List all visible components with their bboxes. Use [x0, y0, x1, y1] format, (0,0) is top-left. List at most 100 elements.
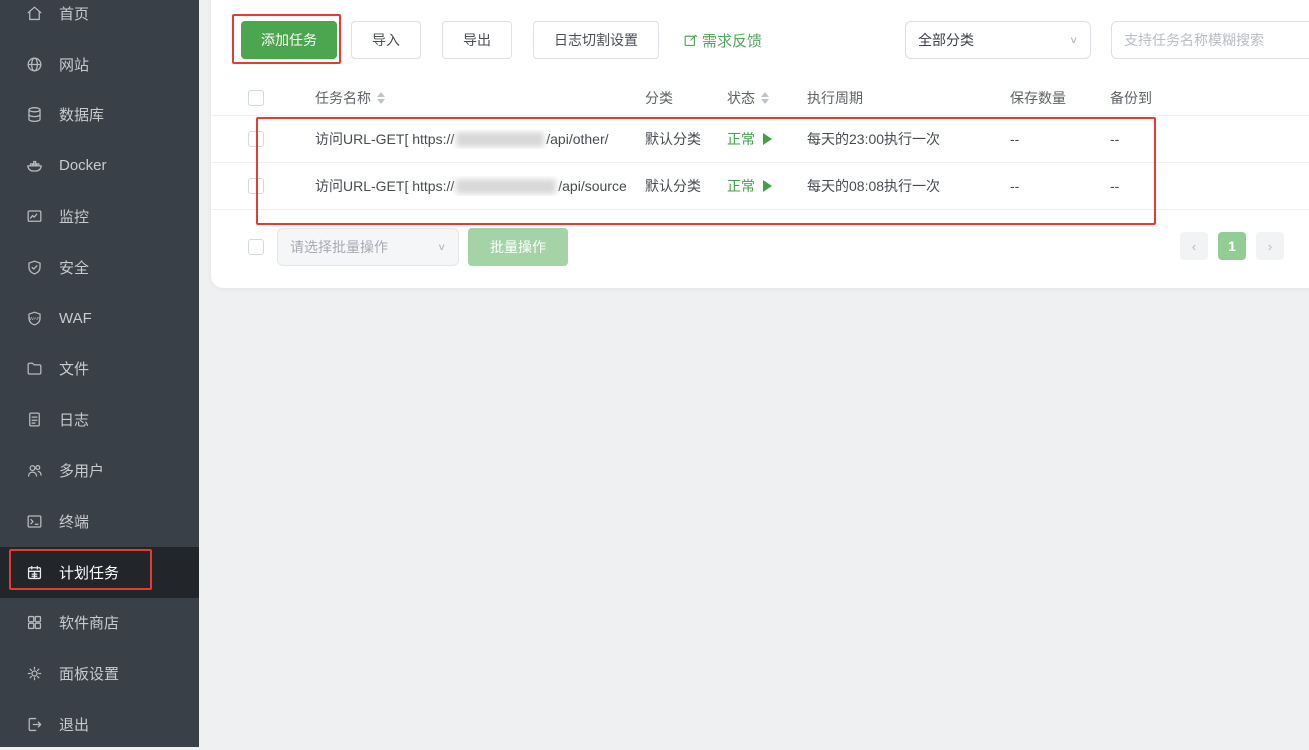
sidebar-item-home[interactable]: 首页	[0, 0, 199, 39]
sidebar-item-label: 面板设置	[59, 663, 119, 684]
sidebar-item-label: Docker	[59, 157, 107, 174]
prev-page-button[interactable]: ‹	[1180, 232, 1208, 260]
shield-check-icon	[25, 258, 44, 277]
category-filter-value: 全部分类	[918, 30, 974, 50]
toolbar-right: 全部分类 ∨	[905, 21, 1309, 59]
sort-task-name-icon[interactable]	[377, 92, 385, 104]
chevron-down-icon: ∨	[437, 241, 446, 252]
task-category: 默认分类	[645, 176, 727, 196]
sidebar-item-label: 网站	[59, 54, 89, 75]
sidebar-item-label: 软件商店	[59, 612, 119, 633]
page-number-current[interactable]: 1	[1218, 232, 1246, 260]
status-badge: 正常	[727, 176, 755, 196]
sidebar-item-label: 监控	[59, 206, 89, 227]
globe-icon	[25, 55, 44, 74]
sidebar-item-waf[interactable]: WAF WAF	[0, 293, 199, 344]
task-name-cell: 访问URL-GET[ https:// /api/source	[315, 176, 645, 196]
header-category: 分类	[645, 88, 727, 108]
row-checkbox[interactable]	[248, 131, 264, 147]
header-status: 状态	[727, 88, 755, 108]
task-keep-count: --	[1010, 131, 1110, 147]
app-grid-icon	[25, 613, 44, 632]
task-category: 默认分类	[645, 129, 727, 149]
redacted-url-segment	[456, 179, 556, 194]
sidebar-item-files[interactable]: 文件	[0, 344, 199, 395]
task-table: 任务名称 分类 状态 执行周期 保存数量 备份到 访问URL-GET[ http…	[211, 80, 1309, 210]
task-name-suffix: /api/source	[558, 178, 626, 194]
sidebar-item-security[interactable]: 安全	[0, 242, 199, 293]
logout-icon	[25, 715, 44, 734]
sidebar-item-label: 文件	[59, 358, 89, 379]
folder-icon	[25, 359, 44, 378]
header-period: 执行周期	[807, 88, 1010, 108]
sidebar-item-label: 数据库	[59, 104, 104, 125]
sidebar-item-label: 首页	[59, 3, 89, 24]
table-row[interactable]: 访问URL-GET[ https:// /api/other/ 默认分类 正常 …	[211, 116, 1309, 163]
select-all-checkbox[interactable]	[248, 90, 264, 106]
row-checkbox[interactable]	[248, 178, 264, 194]
monitor-icon	[25, 207, 44, 226]
status-badge: 正常	[727, 129, 755, 149]
users-icon	[25, 461, 44, 480]
sidebar-item-label: 计划任务	[59, 562, 119, 583]
task-name-suffix: /api/other/	[546, 131, 608, 147]
header-backup-to: 备份到	[1110, 88, 1309, 108]
feedback-label: 需求反馈	[702, 30, 762, 51]
home-icon	[25, 4, 44, 23]
import-button[interactable]: 导入	[351, 21, 421, 59]
table-row[interactable]: 访问URL-GET[ https:// /api/source 默认分类 正常 …	[211, 163, 1309, 210]
sidebar-item-label: 多用户	[59, 460, 104, 481]
task-search-input[interactable]	[1111, 21, 1309, 59]
sidebar-item-label: 退出	[59, 714, 89, 735]
redacted-url-segment	[456, 132, 544, 147]
task-period: 每天的23:00执行一次	[807, 129, 1010, 149]
svg-text:WAF: WAF	[29, 316, 39, 322]
sidebar-item-label: WAF	[59, 310, 92, 327]
sidebar-item-settings[interactable]: 面板设置	[0, 648, 199, 699]
sidebar-item-terminal[interactable]: 终端	[0, 496, 199, 547]
task-name-prefix: 访问URL-GET[ https://	[315, 176, 454, 196]
run-task-play-icon[interactable]	[763, 180, 772, 192]
docker-icon	[25, 156, 44, 175]
log-split-settings-button[interactable]: 日志切割设置	[533, 21, 659, 59]
sidebar-menu: 首页 网站 数据库 Docker 监控 安全 WAF WAF 文件	[0, 0, 199, 750]
export-button[interactable]: 导出	[442, 21, 512, 59]
calendar-icon	[25, 563, 44, 582]
sidebar-item-multiuser[interactable]: 多用户	[0, 445, 199, 496]
table-header-row: 任务名称 分类 状态 执行周期 保存数量 备份到	[211, 80, 1309, 116]
task-name-prefix: 访问URL-GET[ https://	[315, 129, 454, 149]
sidebar-item-label: 安全	[59, 257, 89, 278]
pagination: ‹ 1 ›	[1180, 232, 1284, 260]
waf-shield-icon: WAF	[25, 309, 44, 328]
terminal-icon	[25, 512, 44, 531]
sidebar-item-monitor[interactable]: 监控	[0, 191, 199, 242]
next-page-button[interactable]: ›	[1256, 232, 1284, 260]
batch-select-all-checkbox[interactable]	[248, 239, 264, 255]
batch-operation-button[interactable]: 批量操作	[468, 228, 568, 266]
toolbar: 添加任务 导入 导出 日志切割设置 需求反馈 全部分类 ∨	[241, 21, 1309, 59]
database-icon	[25, 105, 44, 124]
sidebar-item-appstore[interactable]: 软件商店	[0, 598, 199, 649]
sidebar: 首页 网站 数据库 Docker 监控 安全 WAF WAF 文件	[0, 0, 199, 747]
sidebar-item-label: 日志	[59, 409, 89, 430]
sidebar-item-logs[interactable]: 日志	[0, 394, 199, 445]
sidebar-item-logout[interactable]: 退出	[0, 699, 199, 750]
task-keep-count: --	[1010, 178, 1110, 194]
sidebar-item-database[interactable]: 数据库	[0, 90, 199, 141]
add-task-button[interactable]: 添加任务	[241, 21, 337, 59]
sidebar-item-cron[interactable]: 计划任务	[0, 547, 199, 598]
task-period: 每天的08:08执行一次	[807, 176, 1010, 196]
task-backup-to: --	[1110, 131, 1309, 147]
sidebar-item-label: 终端	[59, 511, 89, 532]
run-task-play-icon[interactable]	[763, 133, 772, 145]
batch-operation-select[interactable]: 请选择批量操作 ∨	[277, 228, 459, 266]
category-filter-select[interactable]: 全部分类 ∨	[905, 21, 1091, 59]
feedback-link[interactable]: 需求反馈	[682, 30, 762, 51]
feedback-edit-icon	[682, 32, 699, 49]
sidebar-item-website[interactable]: 网站	[0, 39, 199, 90]
sidebar-item-docker[interactable]: Docker	[0, 140, 199, 191]
task-backup-to: --	[1110, 178, 1309, 194]
header-keep-count: 保存数量	[1010, 88, 1110, 108]
sort-status-icon[interactable]	[761, 92, 769, 104]
batch-select-placeholder: 请选择批量操作	[290, 237, 388, 257]
